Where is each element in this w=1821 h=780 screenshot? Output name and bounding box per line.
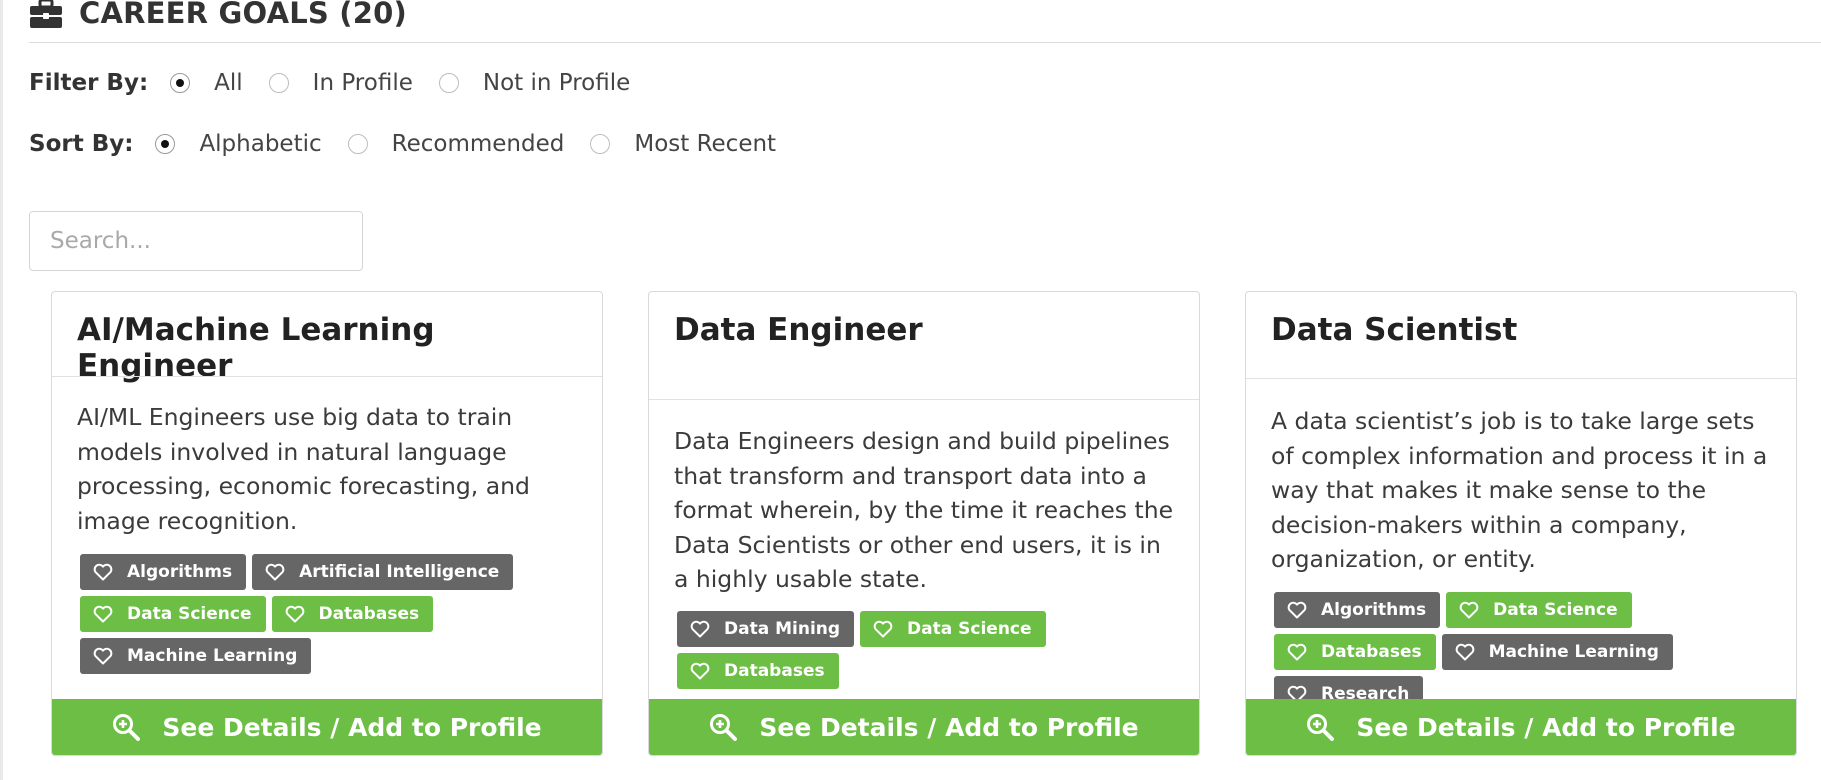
heart-icon [690, 662, 710, 680]
tag-label: Databases [1321, 642, 1422, 662]
heart-icon [1459, 601, 1479, 619]
tag-label: Machine Learning [127, 646, 298, 666]
tag-machine-learning[interactable]: Machine Learning [80, 638, 312, 674]
heart-icon [1287, 643, 1307, 661]
tag-databases[interactable]: Databases [271, 596, 434, 632]
tag-list: Algorithms Artificial Intelligence Data … [80, 554, 582, 680]
sort-option-alphabetic[interactable]: Alphabetic [155, 131, 322, 157]
zoom-in-icon [1307, 714, 1335, 741]
filter-option-all[interactable]: All [170, 70, 243, 96]
see-details-label: See Details / Add to Profile [759, 712, 1139, 742]
card-title: Data Scientist [1271, 312, 1518, 348]
tag-databases[interactable]: Databases [677, 653, 839, 689]
see-details-label: See Details / Add to Profile [162, 712, 542, 742]
see-details-button[interactable]: See Details / Add to Profile [649, 699, 1199, 755]
heart-icon [93, 563, 113, 581]
heart-icon [1455, 643, 1474, 661]
filter-option-in-profile[interactable]: In Profile [268, 70, 413, 96]
tag-data-science[interactable]: Data Science [860, 611, 1046, 647]
see-details-button[interactable]: See Details / Add to Profile [1246, 699, 1796, 755]
tag-list: Data Mining Data Science Databases [677, 611, 1179, 695]
tag-label: Algorithms [1321, 600, 1427, 620]
section-title: CAREER GOALS (20) [79, 0, 407, 30]
tag-artificial-intelligence[interactable]: Artificial Intelligence [252, 554, 514, 590]
filter-row: Filter By: All In Profile Not in Profile [29, 70, 656, 96]
card-description: A data scientist’s job is to take large … [1271, 407, 1768, 573]
card-divider [1246, 378, 1796, 379]
see-details-button[interactable]: See Details / Add to Profile [52, 699, 602, 755]
tag-machine-learning[interactable]: Machine Learning [1441, 634, 1673, 670]
filter-radio-not-in-profile[interactable] [438, 73, 459, 93]
tag-label: Data Science [127, 604, 252, 624]
filter-option-label: In Profile [312, 70, 413, 96]
heart-icon [265, 563, 285, 581]
zoom-in-icon [113, 714, 141, 741]
tag-label: Data Science [907, 619, 1032, 639]
tag-label: Machine Learning [1488, 642, 1659, 662]
card-description: AI/ML Engineers use big data to train mo… [77, 403, 530, 535]
heart-icon [690, 620, 710, 638]
sort-label: Sort By: [29, 131, 134, 157]
tag-label: Data Mining [724, 619, 841, 639]
sort-radio-alphabetic[interactable] [155, 134, 176, 154]
heart-icon [285, 605, 304, 623]
filter-radio-in-profile[interactable] [268, 73, 289, 93]
sort-option-recommended[interactable]: Recommended [347, 131, 565, 157]
briefcase-icon [30, 0, 62, 28]
card-title: AI/Machine Learning Engineer [77, 312, 435, 384]
sort-row: Sort By: Alphabetic Recommended Most Rec… [29, 131, 802, 157]
career-card: Data Scientist A data scientist’s job is… [1245, 291, 1797, 756]
tag-label: Databases [724, 661, 825, 681]
see-details-label: See Details / Add to Profile [1356, 712, 1736, 742]
page-left-border [0, 0, 3, 780]
filter-option-label: All [214, 70, 243, 96]
filter-option-label: Not in Profile [482, 70, 631, 96]
heart-icon [93, 647, 113, 665]
sort-option-most-recent[interactable]: Most Recent [590, 131, 776, 157]
career-card: AI/Machine Learning Engineer AI/ML Engin… [51, 291, 603, 756]
heart-icon [873, 620, 893, 638]
filter-radio-all[interactable] [170, 73, 191, 93]
sort-option-label: Alphabetic [199, 131, 322, 157]
filter-option-not-in-profile[interactable]: Not in Profile [438, 70, 631, 96]
card-description: Data Engineers design and build pipeline… [674, 427, 1174, 593]
tag-data-mining[interactable]: Data Mining [677, 611, 855, 647]
tag-label: Data Science [1493, 600, 1618, 620]
sort-option-label: Most Recent [634, 131, 777, 157]
sort-radio-recommended[interactable] [347, 134, 368, 154]
tag-label: Databases [318, 604, 420, 624]
tag-label: Algorithms [127, 562, 233, 582]
tag-data-science[interactable]: Data Science [1446, 592, 1632, 628]
heart-icon [1287, 601, 1307, 619]
tag-algorithms[interactable]: Algorithms [80, 554, 247, 590]
heart-icon [93, 605, 113, 623]
tag-algorithms[interactable]: Algorithms [1274, 592, 1441, 628]
tag-databases[interactable]: Databases [1274, 634, 1436, 670]
filter-label: Filter By: [29, 70, 149, 96]
sort-radio-most-recent[interactable] [590, 134, 611, 154]
card-divider [649, 399, 1199, 400]
section-header: CAREER GOALS (20) [29, 0, 1821, 43]
career-card: Data Engineer Data Engineers design and … [648, 291, 1200, 756]
card-divider [52, 376, 602, 377]
tag-data-science[interactable]: Data Science [80, 596, 266, 632]
sort-option-label: Recommended [391, 131, 565, 157]
card-title: Data Engineer [674, 312, 923, 348]
zoom-in-icon [710, 714, 738, 741]
search-input[interactable] [29, 211, 363, 271]
tag-label: Artificial Intelligence [299, 562, 500, 582]
